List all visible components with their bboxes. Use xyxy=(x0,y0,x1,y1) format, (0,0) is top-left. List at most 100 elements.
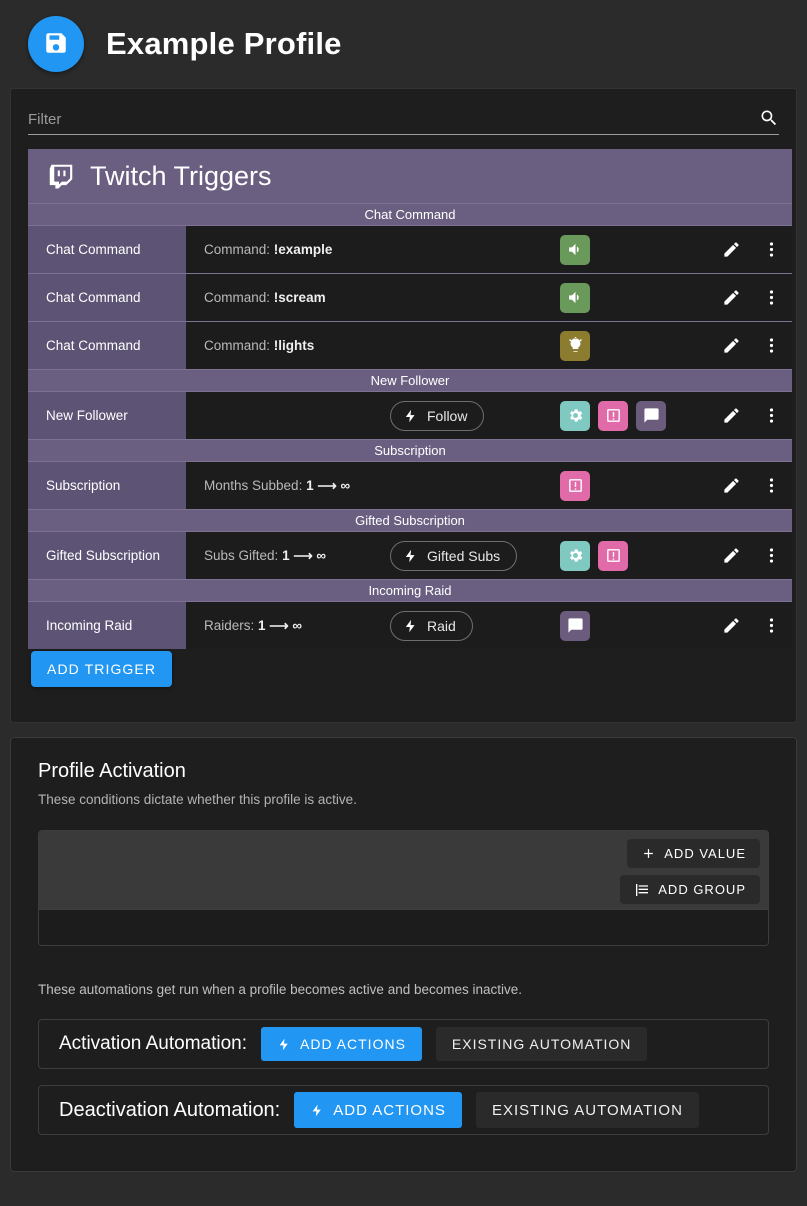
more-vertical-icon[interactable] xyxy=(758,613,784,639)
trigger-type-cell: Chat Command xyxy=(28,322,186,369)
more-vertical-icon[interactable] xyxy=(758,403,784,429)
chat-bubble-icon[interactable] xyxy=(636,400,666,431)
trigger-type-cell: Incoming Raid xyxy=(28,602,186,649)
search-icon[interactable] xyxy=(759,108,779,128)
activation-conditions-area: ADD VALUE ADD GROUP xyxy=(39,831,768,909)
bolt-icon xyxy=(403,547,418,565)
activation-conditions-box: ADD VALUE ADD GROUP xyxy=(38,830,769,946)
trigger-group-list: Chat Command Chat Command Command: !exampl… xyxy=(28,203,792,649)
announcement-icon[interactable] xyxy=(598,400,628,431)
trigger-category-band: Subscription xyxy=(28,439,792,461)
trigger-action-badges xyxy=(560,330,590,361)
more-vertical-icon[interactable] xyxy=(758,473,784,499)
add-trigger-button[interactable]: ADD TRIGGER xyxy=(31,651,173,687)
trigger-condition-text: Raiders: 1 ⟶ ∞ xyxy=(204,618,302,634)
pencil-icon[interactable] xyxy=(718,285,744,311)
trigger-condition-label: Subs Gifted: xyxy=(204,547,279,563)
profile-activation-subtitle: These conditions dictate whether this pr… xyxy=(38,792,357,807)
trigger-condition-value: !lights xyxy=(273,338,315,353)
group-list-icon xyxy=(634,882,650,898)
volume-icon[interactable] xyxy=(560,282,590,313)
triggers-panel: Twitch Triggers Chat CommandChat Command… xyxy=(10,88,797,723)
add-group-label: ADD GROUP xyxy=(658,882,746,897)
table-row[interactable]: Chat Command Command: !scream xyxy=(28,273,792,321)
activation-existing-automation-button[interactable]: EXISTING AUTOMATION xyxy=(435,1027,648,1061)
trigger-condition-cell: Command: !scream xyxy=(186,274,792,321)
pencil-icon[interactable] xyxy=(718,333,744,359)
filter-bar xyxy=(28,103,779,135)
trigger-condition-cell: Subs Gifted: 1 ⟶ ∞ Gifted Subs xyxy=(186,532,792,579)
table-row[interactable]: Gifted Subscription Subs Gifted: 1 ⟶ ∞ Gif… xyxy=(28,531,792,579)
table-row[interactable]: Subscription Months Subbed: 1 ⟶ ∞ xyxy=(28,461,792,509)
trigger-condition-label: Months Subbed: xyxy=(204,477,303,493)
trigger-condition-cell: Command: !lights xyxy=(186,322,792,369)
trigger-condition-text: Command: !scream xyxy=(204,290,326,305)
trigger-condition-value: 1 ⟶ ∞ xyxy=(306,477,351,493)
table-row[interactable]: Chat Command Command: !example xyxy=(28,225,792,273)
more-vertical-icon[interactable] xyxy=(758,543,784,569)
more-vertical-icon[interactable] xyxy=(758,237,784,263)
trigger-condition-text: Months Subbed: 1 ⟶ ∞ xyxy=(204,478,350,494)
bolt-icon xyxy=(277,1036,291,1053)
trigger-condition-text: Command: !lights xyxy=(204,338,314,353)
announcement-icon[interactable] xyxy=(560,470,590,501)
announcement-icon[interactable] xyxy=(598,540,628,571)
chat-bubble-icon[interactable] xyxy=(560,610,590,641)
trigger-condition-label: Raiders: xyxy=(204,617,255,633)
more-vertical-icon[interactable] xyxy=(758,285,784,311)
lightbulb-icon[interactable] xyxy=(560,330,590,361)
pencil-icon[interactable] xyxy=(718,237,744,263)
trigger-action-badges xyxy=(560,234,590,265)
trigger-row-actions xyxy=(718,333,784,359)
activation-conditions-footer xyxy=(39,909,768,945)
activation-automation-label: Activation Automation: xyxy=(59,1033,247,1054)
table-row[interactable]: Incoming Raid Raiders: 1 ⟶ ∞ Raid xyxy=(28,601,792,649)
trigger-event-chip[interactable]: Gifted Subs xyxy=(390,540,518,571)
trigger-event-chip[interactable]: Raid xyxy=(390,610,473,641)
twitch-icon xyxy=(46,161,76,191)
trigger-event-chip[interactable]: Follow xyxy=(390,400,485,431)
table-row[interactable]: Chat Command Command: !lights xyxy=(28,321,792,369)
trigger-condition-cell: Command: !example xyxy=(186,226,792,273)
activation-add-actions-label: ADD ACTIONS xyxy=(300,1036,406,1052)
gear-icon[interactable] xyxy=(560,540,590,571)
bolt-icon xyxy=(310,1102,324,1119)
trigger-category-band: Incoming Raid xyxy=(28,579,792,601)
trigger-event-chip-label: Raid xyxy=(427,617,456,634)
trigger-condition-label: Command: xyxy=(204,290,271,305)
trigger-row-actions xyxy=(718,285,784,311)
add-value-button[interactable]: ADD VALUE xyxy=(627,839,760,868)
search-input[interactable] xyxy=(28,111,759,128)
trigger-row-actions xyxy=(718,403,784,429)
trigger-condition-label: Command: xyxy=(204,338,271,353)
deactivation-add-actions-label: ADD ACTIONS xyxy=(333,1101,446,1119)
plus-icon xyxy=(641,846,656,861)
app-header: Example Profile xyxy=(0,0,807,88)
trigger-table-header: Twitch Triggers xyxy=(28,149,792,203)
more-vertical-icon[interactable] xyxy=(758,333,784,359)
gear-icon[interactable] xyxy=(560,400,590,431)
deactivation-existing-automation-button[interactable]: EXISTING AUTOMATION xyxy=(475,1092,699,1128)
pencil-icon[interactable] xyxy=(718,613,744,639)
bolt-icon xyxy=(403,407,418,425)
trigger-action-badges xyxy=(560,470,590,501)
deactivation-add-actions-button[interactable]: ADD ACTIONS xyxy=(294,1092,462,1128)
activation-automation-row: Activation Automation: ADD ACTIONS EXIST… xyxy=(38,1019,769,1069)
add-group-button[interactable]: ADD GROUP xyxy=(620,875,760,904)
trigger-type-cell: Chat Command xyxy=(28,274,186,321)
profile-activation-title: Profile Activation xyxy=(38,760,186,782)
trigger-condition-value: !scream xyxy=(273,290,326,305)
pencil-icon[interactable] xyxy=(718,403,744,429)
trigger-type-cell: New Follower xyxy=(28,392,186,439)
volume-icon[interactable] xyxy=(560,234,590,265)
trigger-table-title: Twitch Triggers xyxy=(90,160,272,191)
activation-add-actions-button[interactable]: ADD ACTIONS xyxy=(261,1027,422,1061)
table-row[interactable]: New Follower Follow xyxy=(28,391,792,439)
pencil-icon[interactable] xyxy=(718,543,744,569)
save-icon xyxy=(43,30,69,59)
pencil-icon[interactable] xyxy=(718,473,744,499)
deactivation-automation-label: Deactivation Automation: xyxy=(59,1098,281,1121)
trigger-row-actions xyxy=(718,237,784,263)
save-profile-button[interactable] xyxy=(28,16,84,72)
trigger-row-actions xyxy=(718,543,784,569)
